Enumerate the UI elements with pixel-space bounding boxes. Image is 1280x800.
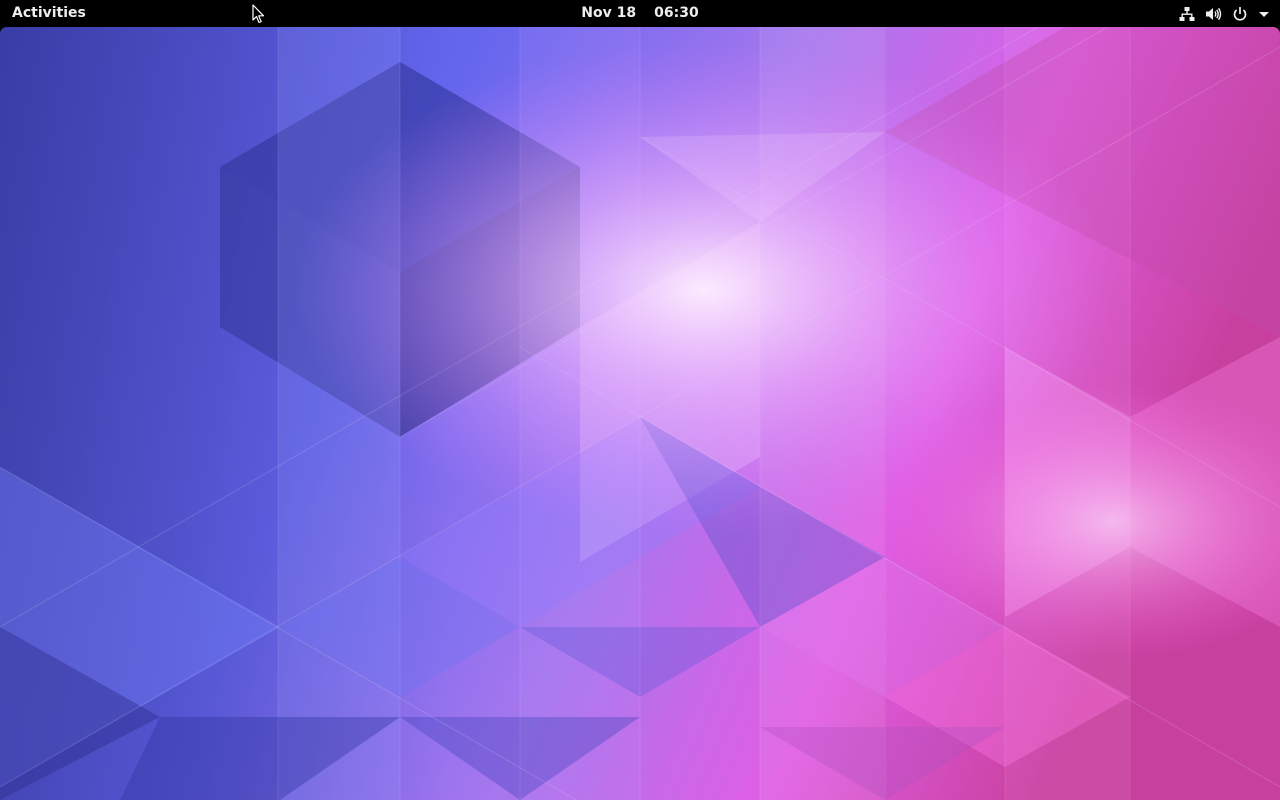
desktop-wallpaper[interactable] [0, 27, 1280, 800]
clock: Nov 18 06:30 [0, 0, 1280, 27]
volume-icon[interactable] [1205, 0, 1222, 27]
top-bar: Activities Nov 18 06:30 [0, 0, 1280, 27]
clock-date: Nov 18 [581, 5, 637, 21]
date-time-button[interactable]: Nov 18 06:30 [569, 5, 710, 21]
power-icon[interactable] [1232, 0, 1248, 27]
system-status-area[interactable] [1179, 0, 1270, 27]
network-wired-icon[interactable] [1179, 0, 1195, 27]
clock-time: 06:30 [654, 5, 699, 21]
chevron-down-icon[interactable] [1258, 0, 1270, 27]
activities-button[interactable]: Activities [0, 0, 98, 27]
